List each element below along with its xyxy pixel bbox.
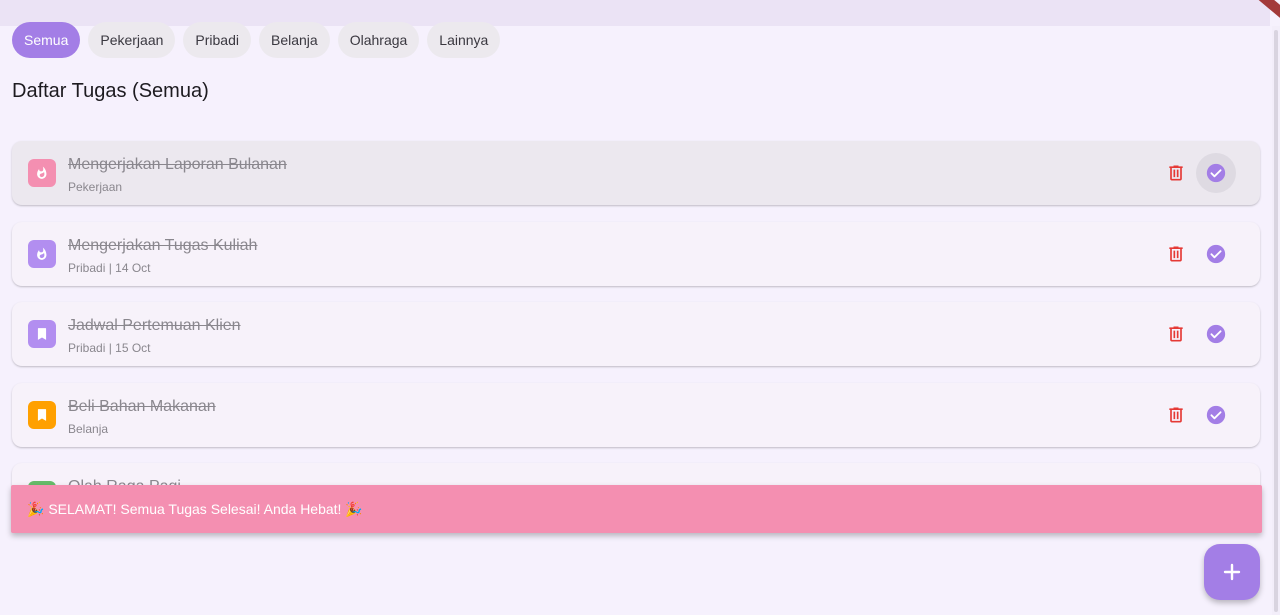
trash-icon xyxy=(1169,326,1183,342)
check-circle-icon xyxy=(1206,405,1226,424)
category-icon-badge xyxy=(28,400,56,429)
check-circle-icon xyxy=(1206,324,1226,344)
delete-button[interactable] xyxy=(1164,242,1188,266)
add-task-button[interactable] xyxy=(1204,544,1260,600)
task-subtitle: Pekerjaan xyxy=(68,180,123,194)
task-title: Mengerjakan Laporan Bulanan xyxy=(68,156,287,173)
task-list: Mengerjakan Laporan Bulanan Pekerjaan Me… xyxy=(12,141,1260,544)
task-title: Jadwal Pertemuan Klien xyxy=(68,317,241,334)
snackbar-message: 🎉 SELAMAT! Semua Tugas Selesai! Anda Heb… xyxy=(27,500,363,517)
scrollbar-thumb[interactable] xyxy=(1274,30,1278,612)
filter-chip-belanja[interactable]: Belanja xyxy=(259,22,330,58)
complete-toggle-button[interactable] xyxy=(1196,395,1236,435)
filter-chip-semua[interactable]: Semua xyxy=(12,22,81,58)
bookmark-icon xyxy=(37,408,47,421)
complete-toggle-button[interactable] xyxy=(1196,314,1236,354)
snackbar: 🎉 SELAMAT! Semua Tugas Selesai! Anda Heb… xyxy=(11,485,1262,533)
task-card[interactable]: Mengerjakan Tugas Kuliah Pribadi | 14 Oc… xyxy=(12,221,1260,286)
flame-icon xyxy=(37,166,47,179)
complete-toggle-button[interactable] xyxy=(1196,234,1236,274)
delete-button[interactable] xyxy=(1164,161,1188,185)
task-subtitle: Pribadi | 15 Oct xyxy=(68,341,151,355)
filter-chip-pekerjaan[interactable]: Pekerjaan xyxy=(88,22,176,58)
category-icon-badge xyxy=(28,159,56,187)
page-title: Daftar Tugas (Semua) xyxy=(12,80,209,102)
task-title: Beli Bahan Makanan xyxy=(68,397,216,415)
delete-button[interactable] xyxy=(1164,322,1188,346)
filter-chip-olahraga[interactable]: Olahraga xyxy=(337,22,420,58)
plus-icon xyxy=(1223,563,1241,581)
filter-chip-pribadi[interactable]: Pribadi xyxy=(183,22,251,58)
task-card[interactable]: Jadwal Pertemuan Klien Pribadi | 15 Oct xyxy=(12,302,1260,366)
bookmark-icon xyxy=(37,328,47,340)
category-icon-badge xyxy=(28,239,56,268)
trash-icon xyxy=(1169,165,1183,181)
task-title: Mengerjakan Tugas Kuliah xyxy=(68,236,258,254)
task-subtitle: Belanja xyxy=(68,421,109,436)
debug-banner xyxy=(1246,0,1280,26)
category-filter-bar: Semua Pekerjaan Pribadi Belanja Olahraga… xyxy=(12,22,501,58)
flame-icon xyxy=(37,246,47,260)
check-circle-icon xyxy=(1206,244,1226,263)
complete-toggle-button[interactable] xyxy=(1196,153,1236,193)
category-icon-badge xyxy=(28,320,56,348)
task-subtitle: Pribadi | 14 Oct xyxy=(68,260,151,275)
trash-icon xyxy=(1169,407,1183,422)
task-card[interactable]: Mengerjakan Laporan Bulanan Pekerjaan xyxy=(12,141,1260,205)
filter-chip-lainnya[interactable]: Lainnya xyxy=(427,22,501,58)
check-circle-icon xyxy=(1206,163,1226,183)
task-card[interactable]: Beli Bahan Makanan Belanja xyxy=(12,382,1260,447)
delete-button[interactable] xyxy=(1164,403,1188,427)
trash-icon xyxy=(1169,246,1183,261)
